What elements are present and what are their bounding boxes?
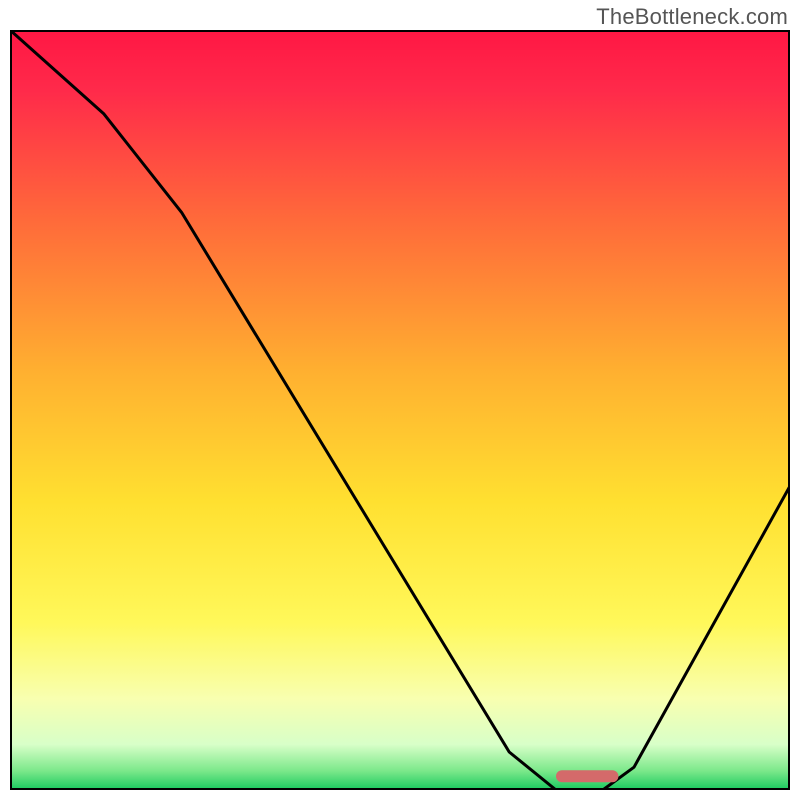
optimal-range-marker <box>556 770 618 782</box>
watermark-text: TheBottleneck.com <box>596 4 788 30</box>
chart-frame <box>10 30 790 790</box>
bottleneck-chart <box>10 30 790 790</box>
